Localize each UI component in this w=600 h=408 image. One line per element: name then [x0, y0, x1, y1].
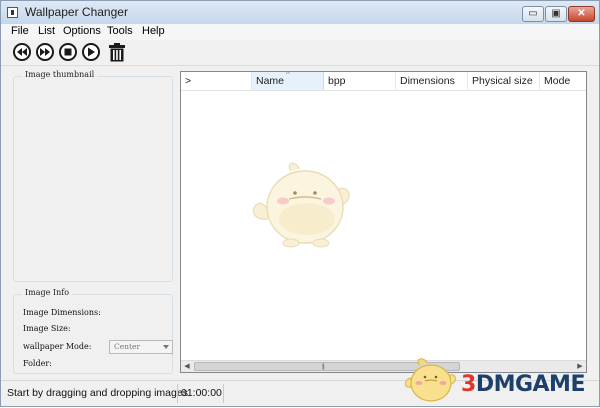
column-header-dimensions[interactable]: Dimensions — [396, 72, 468, 90]
trash-icon — [109, 43, 125, 62]
column-header-mode[interactable]: Mode — [540, 72, 586, 90]
mascot-illustration — [252, 162, 350, 248]
app-window: Wallpaper Changer ▭ ▣ ✕ File List Option… — [0, 0, 600, 407]
image-thumbnail-title: Image thumbnail — [22, 70, 98, 79]
watermark-prefix: 3 — [461, 372, 476, 397]
menu-options[interactable]: Options — [63, 25, 101, 37]
list-body[interactable] — [181, 91, 586, 360]
menu-list[interactable]: List — [38, 25, 55, 37]
window-title: Wallpaper Changer — [25, 5, 128, 19]
previous-icon — [17, 48, 27, 56]
toolbar — [1, 40, 599, 66]
sort-ascending-icon: ^ — [286, 70, 290, 79]
wallpaper-mode-value: Center — [114, 342, 141, 351]
image-info-group: Image Info Image Dimensions: Image Size:… — [13, 288, 173, 374]
scroll-left-button[interactable]: ◀ — [181, 361, 193, 372]
watermark-logo: 3DMGAME — [461, 372, 585, 397]
status-message: Start by dragging and dropping images — [7, 387, 188, 399]
menu-file[interactable]: File — [11, 25, 29, 37]
image-size-label: Image Size: — [23, 324, 71, 333]
image-info-title: Image Info — [22, 288, 73, 297]
grip-icon: ||| — [322, 364, 325, 370]
close-button[interactable]: ✕ — [568, 6, 595, 22]
watermark-mascot-icon — [404, 358, 456, 402]
play-button[interactable] — [82, 43, 100, 61]
folder-label: Folder: — [23, 359, 52, 368]
app-icon[interactable] — [7, 7, 18, 18]
play-icon — [88, 47, 95, 57]
status-divider — [177, 384, 178, 403]
next-button[interactable] — [36, 43, 54, 61]
column-header-bpp[interactable]: bpp — [324, 72, 396, 90]
minimize-button[interactable]: ▭ — [522, 6, 544, 22]
wallpaper-mode-select[interactable]: Center — [109, 340, 173, 354]
image-list[interactable]: > Name ^ bpp Dimensions Physical size Mo… — [180, 70, 587, 373]
watermark: 3DMGAME — [404, 355, 599, 405]
list-header: > Name ^ bpp Dimensions Physical size Mo… — [181, 70, 586, 91]
image-dimensions-label: Image Dimensions: — [23, 308, 101, 317]
menu-bar: File List Options Tools Help — [1, 24, 599, 40]
column-header-name-label: Name — [256, 75, 285, 87]
image-thumbnail-group: Image thumbnail — [13, 70, 173, 282]
wallpaper-mode-label: wallpaper Mode: — [23, 342, 92, 351]
title-bar[interactable]: Wallpaper Changer ▭ ▣ ✕ — [1, 1, 599, 24]
column-header-indicator[interactable]: > — [181, 72, 252, 90]
menu-tools[interactable]: Tools — [107, 25, 133, 37]
column-header-name[interactable]: Name ^ — [252, 70, 324, 90]
left-panel: Image thumbnail Image Info Image Dimensi… — [7, 68, 178, 379]
watermark-text: DMGAME — [475, 372, 586, 397]
chevron-down-icon — [163, 345, 169, 349]
stop-button[interactable] — [59, 43, 77, 61]
stop-icon — [64, 48, 72, 56]
status-timer: 01:00:00 — [181, 387, 222, 399]
delete-button[interactable] — [109, 43, 125, 62]
next-icon — [40, 48, 50, 56]
maximize-button[interactable]: ▣ — [545, 6, 567, 22]
column-header-physical-size[interactable]: Physical size — [468, 72, 540, 90]
previous-button[interactable] — [13, 43, 31, 61]
status-divider — [223, 384, 224, 403]
menu-help[interactable]: Help — [142, 25, 165, 37]
